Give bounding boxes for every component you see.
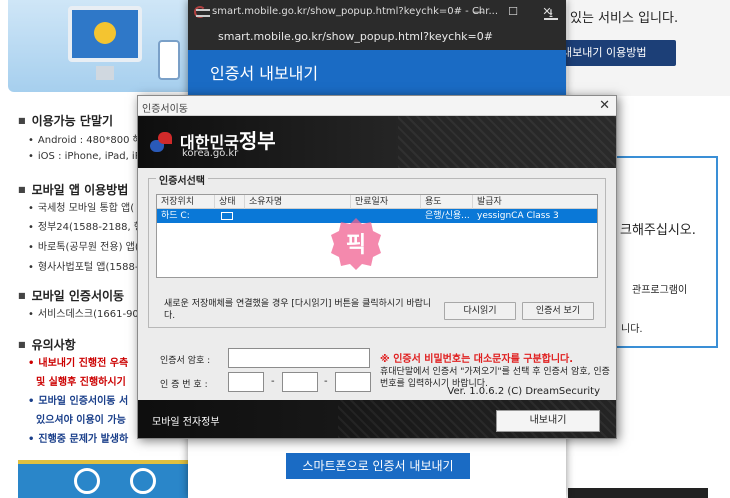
- code-label: 인 증 번 호 :: [160, 380, 208, 390]
- logo-red-shape: [158, 132, 172, 144]
- note-1: 내보내기 진행전 우측: [28, 354, 128, 369]
- code-field-1[interactable]: [228, 372, 264, 392]
- monitor-illustration: [68, 6, 142, 62]
- cell-issuer: yessignCA Class 3: [477, 211, 559, 221]
- bottom-circle-icon: [130, 468, 156, 494]
- reload-hint: 새로운 저장매체를 연결했을 경우 [다시읽기] 버튼을 클릭하시기 바랍니다.: [164, 299, 432, 321]
- dialog-banner: 대한민국정부 korea.go.kr: [138, 116, 616, 168]
- col-owner[interactable]: 소유자명: [245, 195, 351, 209]
- col-location[interactable]: 저장위치: [157, 195, 215, 209]
- site-settings-icon[interactable]: [196, 7, 210, 19]
- col-expiry[interactable]: 만료일자: [351, 195, 421, 209]
- dialog-titlebar[interactable]: 인증서이동 ✕: [138, 96, 616, 116]
- col-usage[interactable]: 용도: [421, 195, 473, 209]
- bottom-dark-bar: [568, 488, 708, 498]
- logo-url: korea.go.kr: [182, 148, 239, 159]
- info-box-text: 크해주십시오.: [620, 223, 696, 238]
- password-field[interactable]: [228, 348, 370, 368]
- section-app-usage: 모바일 앱 이용방법: [18, 181, 129, 198]
- cert-status-icon: [221, 212, 233, 220]
- note-2: 모바일 인증서이동 서: [28, 392, 128, 407]
- export-to-smartphone-button[interactable]: 스마트폰으로 인증서 내보내기: [286, 453, 470, 479]
- section-notes: 유의사항: [18, 336, 76, 353]
- banner-pattern: [398, 116, 616, 168]
- logo-text-gov: 정부: [238, 129, 276, 153]
- government-logo-icon: [150, 130, 176, 154]
- address-bar[interactable]: smart.mobile.go.kr/show_popup.html?keych…: [188, 24, 566, 50]
- monitor-stand: [96, 66, 114, 80]
- bottom-circle-icon: [74, 468, 100, 494]
- line-app-gov24: 정부24(1588-2188, 행정: [28, 218, 152, 233]
- export-guide-button[interactable]: 내보내기 이용방법: [548, 40, 676, 66]
- col-status[interactable]: 상태: [215, 195, 245, 209]
- line-app-kics: 형사사법포털 앱(1588-: [28, 258, 139, 273]
- minimize-button[interactable]: —: [462, 0, 496, 24]
- code-separator: -: [324, 376, 328, 387]
- cell-location: 하드 C:: [161, 211, 190, 221]
- note-3: 진행중 문제가 발생하: [28, 430, 128, 445]
- code-field-2[interactable]: [282, 372, 318, 392]
- section-devices: 이용가능 단말기: [18, 112, 113, 129]
- browser-window-title: smart.mobile.go.kr/show_popup.html?keych…: [212, 6, 499, 17]
- line-service-desk: 서비스데스크(1661-908: [28, 305, 145, 320]
- version-info: Ver. 1.0.6.2 (C) DreamSecurity: [447, 386, 600, 397]
- reload-button[interactable]: 다시읽기: [444, 302, 516, 320]
- export-button[interactable]: 내보내기: [496, 410, 600, 432]
- note-1-cont: 및 실행후 진행하시기: [36, 377, 126, 388]
- info-box-small-1: 관프로그램이: [632, 285, 688, 296]
- dialog-title: 인증서이동: [142, 104, 188, 115]
- line-ios: iOS : iPhone, iPad, iP: [28, 151, 141, 162]
- cert-select-group-title: 인증서선택: [156, 172, 208, 187]
- col-issuer[interactable]: 발급자: [473, 195, 597, 209]
- view-cert-button[interactable]: 인증서 보기: [522, 302, 594, 320]
- cert-table-header: 저장위치 상태 소유자명 만료일자 용도 발급자: [157, 195, 597, 209]
- dialog-close-icon[interactable]: ✕: [599, 98, 610, 113]
- bottom-banner: [18, 460, 188, 498]
- cell-usage: 은행/신용...: [425, 211, 470, 221]
- code-field-3[interactable]: [335, 372, 371, 392]
- info-box-small-2: 니다.: [621, 324, 643, 335]
- footer-text: 모바일 전자정부: [152, 417, 220, 428]
- line-app-nts: 국세청 모바일 통합 앱(: [28, 199, 134, 214]
- code-separator: -: [271, 376, 275, 387]
- case-sensitive-warning: ※ 인증서 비밀번호는 대소문자를 구분합니다.: [380, 354, 574, 365]
- popup-header: 인증서 내보내기: [188, 50, 566, 98]
- section-cert-move: 모바일 인증서이동: [18, 287, 125, 304]
- maximize-button[interactable]: ☐: [496, 0, 530, 24]
- banner-text: 있는 서비스 입니다.: [570, 11, 679, 26]
- banner-illustration: [8, 0, 200, 92]
- line-android: Android : 480*800 해상: [28, 131, 151, 146]
- note-2-cont: 있으셔야 이용이 가능: [36, 415, 126, 426]
- watermark-text: 픽: [346, 233, 366, 258]
- phone-illustration: [158, 40, 180, 80]
- line-app-barotalk: 바로톡(공무원 전용) 앱(: [28, 238, 139, 253]
- watermark-badge-icon: 픽: [331, 218, 381, 270]
- download-icon[interactable]: ⭳: [544, 6, 558, 20]
- password-label: 인증서 암호 :: [160, 356, 211, 366]
- address-text: smart.mobile.go.kr/show_popup.html?keych…: [218, 30, 493, 43]
